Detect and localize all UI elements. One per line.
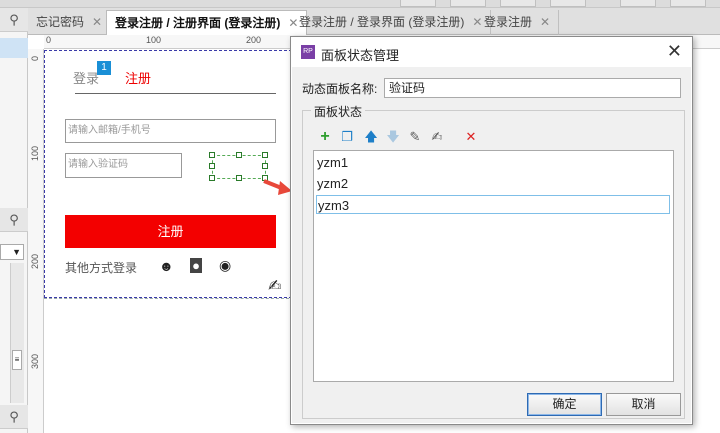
tab-login-page[interactable]: 登录注册 / 登录界面 (登录注册) ✕ xyxy=(291,10,492,35)
list-item[interactable]: yzm1 xyxy=(316,153,670,172)
dialog-title-bar[interactable]: RP 面板状态管理 ✕ xyxy=(291,37,692,67)
search-icon[interactable]: ⚲ xyxy=(0,405,28,429)
top-toolbar-strip xyxy=(0,0,720,8)
tab-label: 登录注册 / 登录界面 (登录注册) xyxy=(299,15,465,29)
ruler-label: 200 xyxy=(246,35,262,45)
chevron-down-icon[interactable]: ▼ xyxy=(0,244,24,260)
dialog-body: 动态面板名称: 验证码 面板状态 + ❐ 🡅 🡇 ✎ ✍ ✕ yzm1 yzm2… xyxy=(292,67,691,423)
panel-name-label: 动态面板名称: xyxy=(302,82,378,96)
ruler-label: 200 xyxy=(30,253,40,269)
close-icon[interactable]: ✕ xyxy=(540,15,550,29)
tab-label: 登录注册 xyxy=(484,15,533,29)
resize-handle[interactable] xyxy=(209,163,215,169)
email-input[interactable]: 请输入邮箱/手机号 xyxy=(65,119,276,143)
ok-button[interactable]: 确定 xyxy=(527,393,602,416)
tab-label: 忘记密码 xyxy=(36,15,85,29)
app-icon: RP xyxy=(301,45,315,59)
ruler-label: 100 xyxy=(30,145,40,161)
cancel-button[interactable]: 取消 xyxy=(606,393,681,416)
toolbar-button[interactable] xyxy=(500,0,536,7)
ruler-label: 0 xyxy=(30,55,40,61)
duplicate-icon[interactable]: ❐ xyxy=(339,129,355,145)
panel-state-dialog: RP 面板状态管理 ✕ 动态面板名称: 验证码 面板状态 + ❐ 🡅 🡇 ✎ ✍… xyxy=(290,36,693,425)
weibo-icon[interactable]: ◉ xyxy=(219,257,231,274)
tab-login-register[interactable]: 登录注册 ✕ xyxy=(476,10,560,35)
state-list: yzm1 yzm2 yzm3 xyxy=(313,150,674,382)
left-panel: ⚲ ⚲ ▼ ≡ ⚲ xyxy=(0,8,28,433)
close-icon[interactable]: ✕ xyxy=(667,41,682,62)
states-group-title: 面板状态 xyxy=(311,103,366,120)
code-input[interactable]: 请输入验证码 xyxy=(65,153,182,178)
panel-name-field[interactable]: 验证码 xyxy=(384,78,681,98)
scrollbar[interactable] xyxy=(10,263,24,403)
register-tab-label[interactable]: 注册 xyxy=(125,68,151,87)
divider xyxy=(75,93,276,94)
page-bottom-guide xyxy=(44,298,294,299)
add-state-icon[interactable]: + xyxy=(317,129,333,145)
tab-order-badge: 1 xyxy=(97,61,111,75)
states-group: 面板状态 + ❐ 🡅 🡇 ✎ ✍ ✕ yzm1 yzm2 yzm3 xyxy=(302,103,685,419)
close-icon[interactable]: ✕ xyxy=(92,15,102,29)
other-login-label: 其他方式登录 xyxy=(65,261,138,275)
tab-label: 登录注册 / 注册界面 (登录注册) xyxy=(115,16,281,30)
resize-handle[interactable] xyxy=(236,175,242,181)
resize-handle[interactable] xyxy=(209,152,215,158)
toolbar-button[interactable] xyxy=(620,0,656,7)
toolbar-button[interactable] xyxy=(400,0,436,7)
toolbar-button[interactable] xyxy=(670,0,706,7)
edit-all-icon[interactable]: ✍ xyxy=(429,129,445,145)
scrollbar-thumb[interactable]: ≡ xyxy=(12,350,22,370)
move-up-icon[interactable]: 🡅 xyxy=(363,129,379,145)
dialog-title: 面板状态管理 xyxy=(321,48,400,63)
tab-register-page[interactable]: 登录注册 / 注册界面 (登录注册) ✕ xyxy=(106,10,308,35)
selected-page-item[interactable] xyxy=(0,38,28,58)
wechat-icon[interactable]: ● xyxy=(190,258,202,273)
resize-handle[interactable] xyxy=(236,152,242,158)
toolbar-button[interactable] xyxy=(450,0,486,7)
search-icon[interactable]: ⚲ xyxy=(0,208,28,232)
qq-icon[interactable]: ☻ xyxy=(159,258,174,274)
cursor-icon: ✍ xyxy=(268,278,282,295)
login-tab-label[interactable]: 登录 xyxy=(73,68,99,87)
delete-icon[interactable]: ✕ xyxy=(463,129,479,145)
move-down-icon[interactable]: 🡇 xyxy=(385,129,401,145)
ruler-label: 100 xyxy=(146,35,162,45)
toolbar-button[interactable] xyxy=(550,0,586,7)
ruler-label: 300 xyxy=(30,353,40,369)
document-tabs: 忘记密码 ✕ 登录注册 / 注册界面 (登录注册) ✕ 登录注册 / 登录界面 (登… xyxy=(28,8,720,35)
register-button[interactable]: 注册 xyxy=(65,215,276,248)
resize-handle[interactable] xyxy=(262,152,268,158)
search-icon[interactable]: ⚲ xyxy=(0,8,28,32)
edit-state-icon[interactable]: ✎ xyxy=(407,129,423,145)
ruler-label: 0 xyxy=(46,35,52,45)
tab-forgot-password[interactable]: 忘记密码 ✕ xyxy=(28,10,112,35)
resize-handle[interactable] xyxy=(209,175,215,181)
list-item[interactable]: yzm2 xyxy=(316,174,670,193)
ruler-left: 0 100 200 300 xyxy=(28,49,44,433)
resize-handle[interactable] xyxy=(262,163,268,169)
state-name-editor[interactable]: yzm3 xyxy=(316,195,670,214)
